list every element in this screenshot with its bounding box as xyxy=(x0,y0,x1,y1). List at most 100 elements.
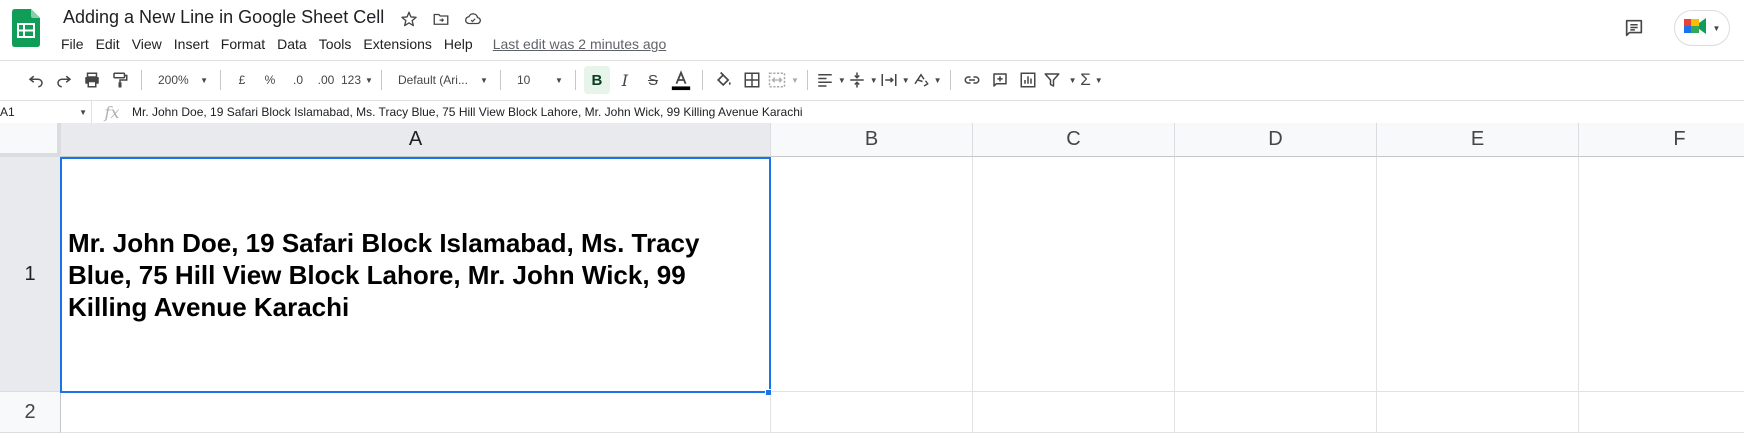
column-header-c[interactable]: C xyxy=(973,123,1175,157)
toolbar-separator xyxy=(949,70,951,90)
cell-d2[interactable] xyxy=(1175,392,1377,433)
chevron-down-icon: ▼ xyxy=(480,75,488,85)
cell-b2[interactable] xyxy=(771,392,973,433)
chevron-down-icon: ▼ xyxy=(200,75,208,85)
borders-button[interactable] xyxy=(739,66,765,94)
menu-file[interactable]: File xyxy=(55,34,90,54)
menu-bar: File Edit View Insert Format Data Tools … xyxy=(55,34,666,54)
vertical-align-button[interactable]: ▼ xyxy=(848,66,878,94)
row-header-2[interactable]: 2 xyxy=(0,392,61,433)
menu-help[interactable]: Help xyxy=(438,34,479,54)
more-formats-button[interactable]: 123 ▼ xyxy=(341,66,373,94)
formula-bar: A1 ▼ fx Mr. John Doe, 19 Safari Block Is… xyxy=(0,101,1744,123)
text-color-button[interactable] xyxy=(668,66,694,94)
name-box[interactable]: A1 ▼ xyxy=(0,101,92,123)
sheets-logo-icon[interactable] xyxy=(12,9,40,47)
cell-b1[interactable] xyxy=(771,157,973,392)
sigma-icon: Σ xyxy=(1080,70,1091,89)
format-currency-button[interactable]: £ xyxy=(229,66,255,94)
menu-format[interactable]: Format xyxy=(215,34,271,54)
chevron-down-icon: ▼ xyxy=(1094,75,1103,85)
column-header-e[interactable]: E xyxy=(1377,123,1579,157)
move-folder-icon[interactable] xyxy=(430,8,452,30)
merge-cells-button[interactable]: ▼ xyxy=(767,66,799,94)
cell-a2[interactable] xyxy=(61,392,771,433)
cell-a1[interactable]: Mr. John Doe, 19 Safari Block Islamabad,… xyxy=(60,157,771,393)
fill-handle[interactable] xyxy=(765,389,772,396)
cell-c2[interactable] xyxy=(973,392,1175,433)
functions-button[interactable]: Σ ▼ xyxy=(1078,66,1104,94)
undo-icon[interactable] xyxy=(23,66,49,94)
formula-input[interactable]: Mr. John Doe, 19 Safari Block Islamabad,… xyxy=(132,105,803,119)
star-icon[interactable] xyxy=(398,8,420,30)
cloud-status-icon[interactable] xyxy=(462,8,484,30)
toolbar-separator xyxy=(141,70,142,90)
redo-icon[interactable] xyxy=(51,66,77,94)
toolbar-separator xyxy=(574,70,576,90)
insert-comment-button[interactable] xyxy=(987,66,1013,94)
cell-d1[interactable] xyxy=(1175,157,1377,392)
decrease-decimals-button[interactable]: .0 xyxy=(285,66,311,94)
chevron-down-icon: ▼ xyxy=(1712,23,1721,33)
chart-icon xyxy=(1020,72,1036,88)
insert-chart-button[interactable] xyxy=(1015,66,1041,94)
strikethrough-button[interactable]: S xyxy=(640,66,666,94)
bold-icon: B xyxy=(591,71,603,89)
chevron-down-icon: ▼ xyxy=(79,107,87,117)
cell-e2[interactable] xyxy=(1377,392,1579,433)
column-header-f[interactable]: F xyxy=(1579,123,1744,157)
font-family-select[interactable]: Default (Ari... ▼ xyxy=(390,66,492,94)
paint-format-icon[interactable] xyxy=(107,66,133,94)
zoom-value: 200% xyxy=(158,73,189,87)
menu-view[interactable]: View xyxy=(126,34,168,54)
insert-link-button[interactable] xyxy=(959,66,985,94)
font-size-value: 10 xyxy=(516,73,531,87)
text-wrapping-button[interactable]: ▼ xyxy=(880,66,910,94)
strikethrough-icon: S xyxy=(647,71,658,89)
chevron-down-icon: ▼ xyxy=(901,75,910,85)
align-left-icon xyxy=(818,74,832,87)
row-header-1[interactable]: 1 xyxy=(0,157,61,392)
menu-data[interactable]: Data xyxy=(271,34,313,54)
column-header-d[interactable]: D xyxy=(1175,123,1377,157)
vertical-align-icon xyxy=(850,72,864,88)
filter-button[interactable]: ▼ xyxy=(1043,66,1076,94)
comment-history-icon[interactable] xyxy=(1616,10,1652,46)
column-header-b[interactable]: B xyxy=(771,123,973,157)
column-header-a[interactable]: A xyxy=(61,123,771,157)
format-percent-button[interactable]: % xyxy=(257,66,283,94)
last-edit-link[interactable]: Last edit was 2 minutes ago xyxy=(493,36,667,52)
select-all-corner[interactable] xyxy=(0,123,61,157)
header-divider xyxy=(0,60,1744,61)
increase-decimals-label: .00 xyxy=(317,73,335,87)
font-size-select[interactable]: 10 ▼ xyxy=(509,66,567,94)
add-comment-icon xyxy=(992,73,1007,87)
bold-button[interactable]: B xyxy=(583,66,610,94)
borders-icon xyxy=(744,72,760,88)
more-formats-label: 123 xyxy=(341,73,362,87)
chevron-down-icon: ▼ xyxy=(555,75,563,85)
fill-color-button[interactable] xyxy=(711,66,737,94)
print-icon[interactable] xyxy=(79,66,105,94)
horizontal-align-button[interactable]: ▼ xyxy=(816,66,846,94)
menu-tools[interactable]: Tools xyxy=(313,34,358,54)
percent-label: % xyxy=(264,73,276,87)
text-rotation-button[interactable]: ▼ xyxy=(912,66,942,94)
cell-f2[interactable] xyxy=(1579,392,1744,433)
cell-c1[interactable] xyxy=(973,157,1175,392)
zoom-select[interactable]: 200% ▼ xyxy=(150,66,212,94)
menu-edit[interactable]: Edit xyxy=(90,34,126,54)
link-icon xyxy=(964,76,979,84)
menu-extensions[interactable]: Extensions xyxy=(357,34,437,54)
italic-icon: I xyxy=(621,70,629,90)
toolbar-separator xyxy=(806,70,808,90)
cell-e1[interactable] xyxy=(1377,157,1579,392)
meet-button[interactable]: ▼ xyxy=(1674,10,1730,46)
cell-f1[interactable] xyxy=(1579,157,1744,392)
italic-button[interactable]: I xyxy=(612,66,638,94)
document-title[interactable]: Adding a New Line in Google Sheet Cell xyxy=(63,7,384,28)
menu-insert[interactable]: Insert xyxy=(168,34,215,54)
increase-decimals-button[interactable]: .00 xyxy=(313,66,339,94)
toolbar-separator xyxy=(701,70,703,90)
cell-a1-text: Mr. John Doe, 19 Safari Block Islamabad,… xyxy=(68,228,700,322)
